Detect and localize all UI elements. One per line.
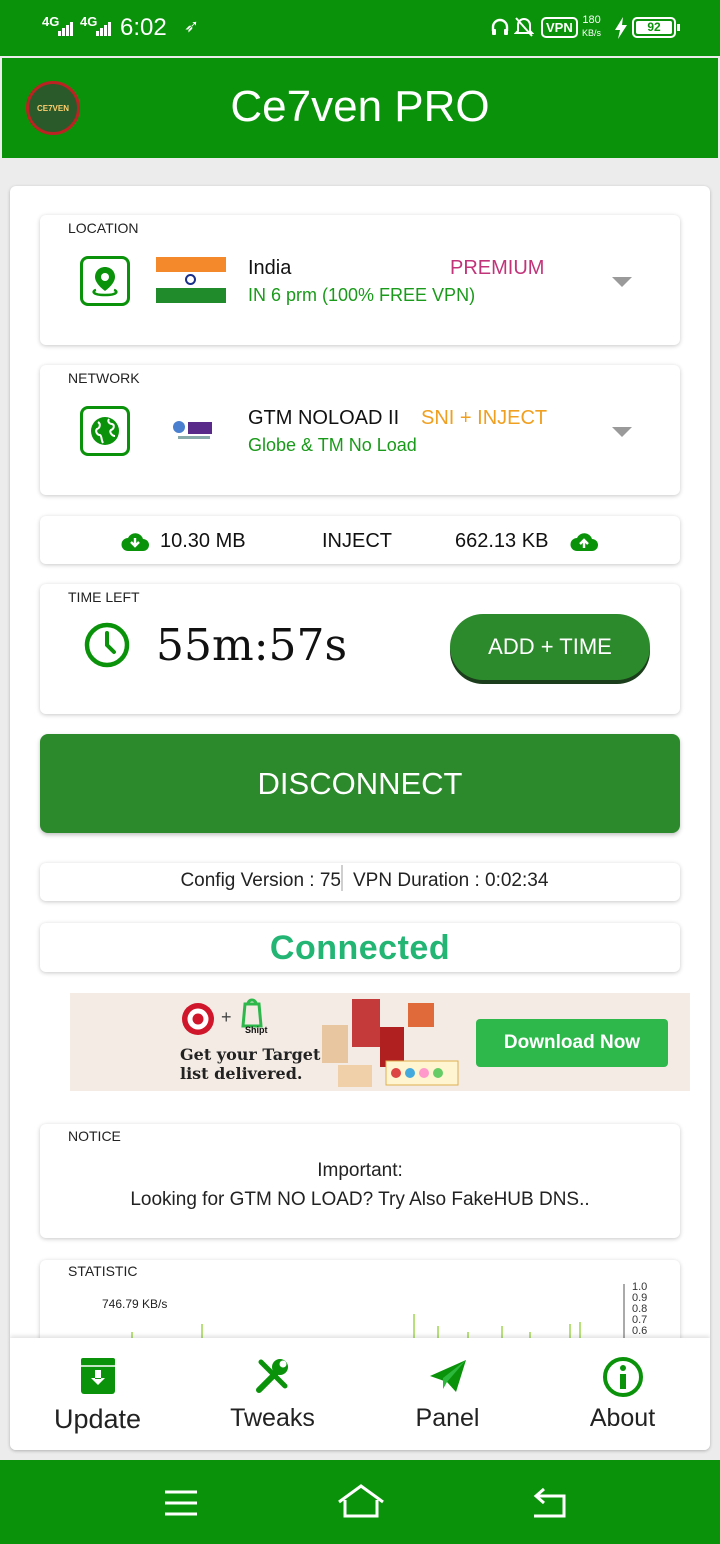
- rocket-icon: ➶: [184, 16, 200, 36]
- download-amount: 10.30 MB: [160, 530, 246, 552]
- connection-status-card: Connected: [40, 923, 680, 972]
- cloud-download-icon: [121, 533, 149, 551]
- network-name: GTM NOLOAD II: [248, 407, 400, 429]
- nav-about[interactable]: About: [535, 1338, 710, 1450]
- ad-tagline-line-2: list delivered.: [180, 1064, 303, 1083]
- status-bar: 4G 4G 6:02 ➶ VPN 180 KB/s 92: [0, 0, 720, 56]
- chevron-down-icon[interactable]: [612, 427, 632, 437]
- location-country: India: [248, 257, 292, 279]
- config-info-card: Config Version : 75 VPN Duration : 0:02:…: [40, 863, 680, 901]
- back-icon[interactable]: [528, 1486, 570, 1520]
- bell-off-icon: [514, 17, 534, 37]
- nav-tweaks-label: Tweaks: [230, 1404, 315, 1432]
- location-label: LOCATION: [68, 220, 139, 236]
- speed-unit: KB/s: [582, 28, 602, 38]
- signal-bars-icon: [96, 22, 111, 36]
- battery-level: 92: [636, 21, 672, 34]
- nav-tweaks[interactable]: Tweaks: [185, 1338, 360, 1450]
- charging-bolt-icon: [615, 17, 627, 39]
- traffic-card: 10.30 MB INJECT 662.13 KB: [40, 516, 680, 564]
- nav-update-label: Update: [53, 1404, 142, 1434]
- app-bar: CE7VEN Ce7ven PRO: [2, 58, 718, 158]
- notice-label: NOTICE: [68, 1128, 121, 1144]
- target-logo-icon: [182, 1003, 214, 1035]
- premium-badge: PREMIUM: [450, 257, 545, 279]
- divider: [341, 865, 343, 891]
- clock-icon: [84, 622, 130, 668]
- globe-icon: [80, 406, 130, 456]
- nav-update[interactable]: Update: [10, 1338, 185, 1450]
- time-left-label: TIME LEFT: [68, 589, 140, 605]
- network-logo: [170, 417, 216, 443]
- location-card[interactable]: LOCATION India PREMIUM IN 6 prm (100% FR…: [40, 215, 680, 345]
- cloud-upload-icon: [570, 533, 598, 551]
- connection-status: Connected: [269, 929, 451, 967]
- home-icon[interactable]: [336, 1482, 386, 1522]
- signal-bars-icon: [58, 22, 73, 36]
- signal-4g-2: 4G: [80, 14, 98, 29]
- ad-tagline-line-1: Get your Target: [180, 1045, 321, 1064]
- ad-download-button[interactable]: Download Now: [476, 1019, 668, 1067]
- time-left-value: 55m:57s: [156, 620, 348, 671]
- ad-tagline: Get your Target list delivered.: [180, 1045, 320, 1083]
- notice-line-2: Looking for GTM NO LOAD? Try Also FakeHU…: [130, 1189, 590, 1210]
- download-box-icon: [10, 1356, 185, 1398]
- battery-indicator: 92: [632, 17, 680, 38]
- bottom-navigation: Update Tweaks Panel About: [10, 1338, 710, 1450]
- headphones-icon: [491, 18, 509, 35]
- signal-4g-1: 4G: [42, 14, 60, 29]
- network-card[interactable]: NETWORK GTM NOLOAD II SNI + INJECT Globe…: [40, 365, 680, 495]
- paper-plane-icon: [360, 1356, 535, 1398]
- main-panel: LOCATION India PREMIUM IN 6 prm (100% FR…: [10, 186, 710, 1450]
- notice-body: Important: Looking for GTM NO LOAD? Try …: [40, 1156, 680, 1214]
- disconnect-button[interactable]: DISCONNECT: [40, 734, 680, 833]
- ad-banner[interactable]: + Shipt Get your Target list delivered. …: [70, 993, 690, 1091]
- config-version: Config Version : 75: [180, 870, 341, 891]
- plus-icon: +: [221, 1007, 232, 1027]
- tools-icon: [185, 1356, 360, 1398]
- location-server: IN 6 prm (100% FREE VPN): [248, 285, 476, 305]
- statistic-axis: 1.0 0.9 0.8 0.7 0.6: [632, 1282, 647, 1337]
- info-circle-icon: [535, 1356, 710, 1398]
- system-navigation-bar: [0, 1460, 720, 1544]
- india-flag: [156, 257, 226, 303]
- speed-value: 180: [582, 14, 601, 26]
- ad-product-image: [320, 997, 470, 1089]
- nav-panel[interactable]: Panel: [360, 1338, 535, 1450]
- network-label: NETWORK: [68, 370, 140, 386]
- notice-card: NOTICE Important: Looking for GTM NO LOA…: [40, 1124, 680, 1238]
- network-description: Globe & TM No Load: [248, 435, 417, 455]
- nav-panel-label: Panel: [415, 1404, 480, 1432]
- vpn-duration: VPN Duration : 0:02:34: [353, 870, 549, 891]
- upload-amount: 662.13 KB: [455, 530, 549, 552]
- shipt-label: Shipt: [245, 1025, 268, 1035]
- notice-line-1: Important:: [317, 1160, 403, 1181]
- chevron-down-icon[interactable]: [612, 277, 632, 287]
- axis-tick: 0.6: [632, 1325, 648, 1337]
- time-left-card: TIME LEFT 55m:57s ADD + TIME: [40, 584, 680, 714]
- location-pin-icon: [80, 256, 130, 306]
- vpn-badge: VPN: [541, 17, 578, 38]
- nav-about-label: About: [589, 1404, 656, 1432]
- network-method: SNI + INJECT: [421, 407, 548, 429]
- app-title: Ce7ven PRO: [230, 82, 490, 131]
- status-time: 6:02: [120, 14, 167, 41]
- menu-icon[interactable]: [163, 1488, 199, 1518]
- traffic-mode: INJECT: [322, 530, 392, 552]
- network-speed: 180 KB/s: [582, 14, 601, 40]
- add-time-button[interactable]: ADD + TIME: [450, 614, 650, 680]
